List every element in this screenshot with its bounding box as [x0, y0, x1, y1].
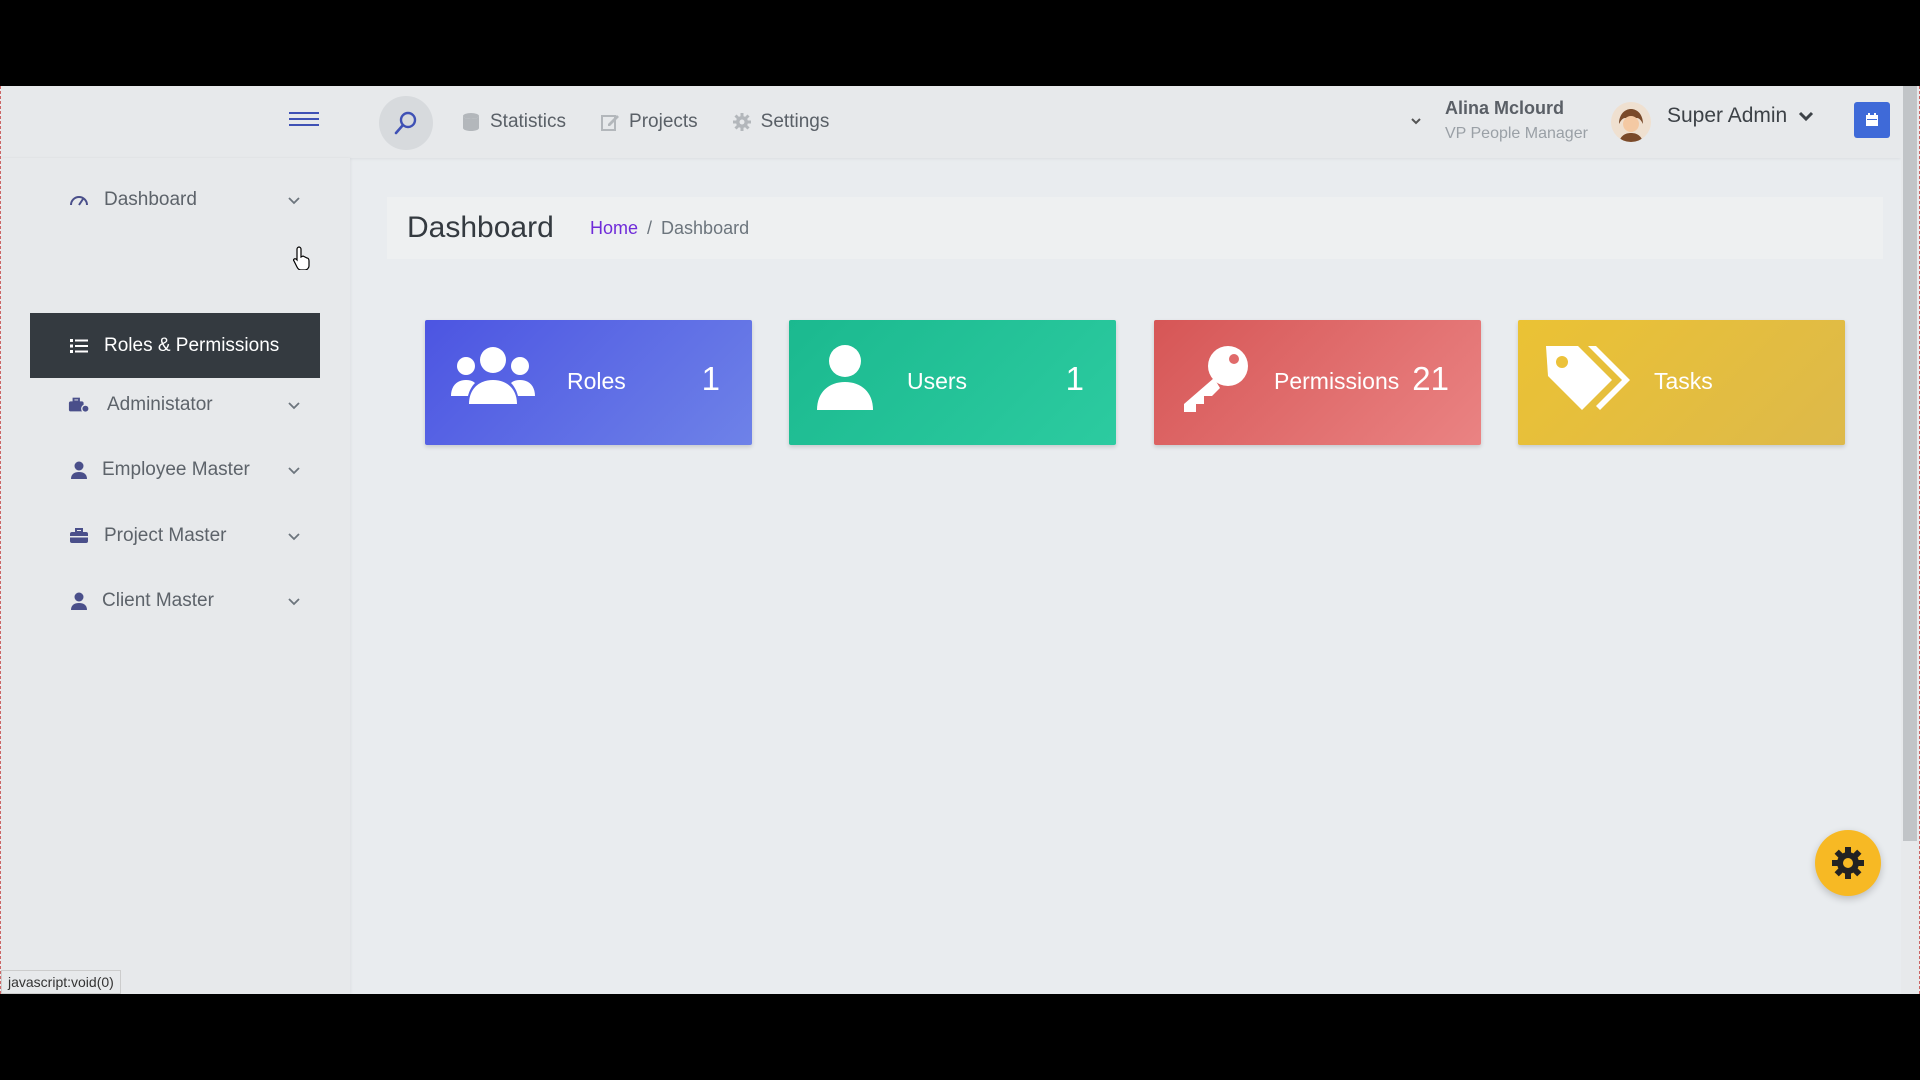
tasks-card[interactable]: Tasks [1518, 320, 1845, 445]
permissions-card-value: 21 [1412, 360, 1449, 397]
tasks-card-label: Tasks [1654, 368, 1713, 394]
user-icon [817, 345, 873, 410]
top-header: Statistics Projects Settings Alina Mclou… [1, 86, 1901, 158]
user-icon [68, 459, 90, 481]
avatar[interactable] [1611, 102, 1651, 142]
users-card-label: Users [907, 368, 968, 394]
database-icon [463, 113, 479, 131]
admin-dropdown[interactable]: Super Admin [1667, 104, 1815, 128]
breadcrumb-current: Dashboard [661, 218, 750, 238]
mouse-pointer-hand-icon [293, 246, 310, 270]
user-menu-chevron-icon[interactable] [1409, 114, 1423, 128]
page-title: Dashboard [407, 211, 554, 244]
sidebar: Dashboard Roles & Permissions Administat… [1, 158, 350, 994]
sidebar-item-label: Client Master [102, 589, 214, 611]
sidebar-item-employee-master[interactable]: Employee Master [30, 437, 320, 502]
hamburger-menu-button[interactable] [289, 108, 321, 134]
chevron-down-icon [1799, 111, 1814, 122]
search-button[interactable] [379, 96, 433, 150]
calendar-icon [1866, 113, 1878, 126]
nav-projects-label: Projects [629, 111, 698, 132]
sidebar-item-administator[interactable]: Administator [30, 372, 320, 437]
dashboard-gauge-icon [68, 189, 90, 211]
users-card-value: 1 [1065, 360, 1084, 397]
top-nav: Statistics Projects Settings [461, 86, 829, 158]
user-info: Alina Mclourd VP People Manager [1445, 98, 1588, 143]
browser-status-bar: javascript:void(0) [1, 970, 121, 994]
permissions-card-label: Permissions [1274, 368, 1400, 394]
users-group-icon [451, 347, 535, 404]
breadcrumb: Home / Dashboard [590, 218, 749, 239]
chevron-down-icon [288, 598, 300, 606]
chevron-down-icon [288, 533, 300, 541]
roles-card[interactable]: Roles 1 [425, 320, 752, 445]
sidebar-item-client-master[interactable]: Client Master [30, 568, 320, 633]
sidebar-item-dashboard[interactable]: Dashboard [30, 167, 320, 232]
breadcrumb-home-link[interactable]: Home [590, 218, 638, 239]
chevron-down-icon [288, 467, 300, 475]
user-name: Alina Mclourd [1445, 98, 1565, 118]
scrollbar-thumb[interactable] [1903, 86, 1917, 841]
tags-icon [1546, 346, 1630, 410]
sidebar-item-label: Employee Master [102, 458, 250, 480]
roles-card-label: Roles [567, 368, 626, 394]
sidebar-item-label: Roles & Permissions [104, 334, 280, 356]
gear-icon [1832, 847, 1864, 879]
nav-projects[interactable]: Projects [600, 111, 698, 133]
search-icon [394, 111, 417, 135]
breadcrumb-separator: / [647, 218, 653, 238]
permissions-card[interactable]: Permissions 21 [1154, 320, 1481, 445]
briefcase-icon [68, 525, 90, 547]
list-check-icon [68, 335, 90, 357]
nav-settings[interactable]: Settings [732, 111, 830, 133]
sidebar-item-label: Dashboard [104, 188, 197, 210]
scrollbar[interactable] [1901, 86, 1919, 994]
sidebar-item-roles-permissions[interactable]: Roles & Permissions [30, 313, 320, 378]
sidebar-item-project-master[interactable]: Project Master [30, 503, 320, 568]
page-header: Dashboard Home / Dashboard [387, 197, 1883, 259]
roles-card-value: 1 [701, 360, 720, 397]
nav-statistics[interactable]: Statistics [461, 111, 566, 133]
nav-statistics-label: Statistics [490, 111, 567, 132]
gear-icon [732, 113, 751, 131]
sidebar-item-label: Administator [107, 393, 213, 415]
app-window: Statistics Projects Settings Alina Mclou… [0, 86, 1920, 994]
user-role: VP People Manager [1445, 125, 1588, 142]
key-icon [1184, 346, 1248, 412]
calendar-button[interactable] [1854, 102, 1890, 138]
chevron-down-icon [288, 197, 300, 205]
chevron-down-icon [288, 402, 300, 410]
user-cog-icon [68, 394, 90, 416]
edit-icon [601, 115, 620, 131]
sidebar-item-label: Project Master [104, 524, 227, 546]
admin-label: Super Admin [1667, 104, 1788, 127]
nav-settings-label: Settings [760, 111, 830, 132]
users-card[interactable]: Users 1 [789, 320, 1116, 445]
theme-settings-button[interactable] [1815, 830, 1881, 896]
user-icon [68, 590, 90, 612]
